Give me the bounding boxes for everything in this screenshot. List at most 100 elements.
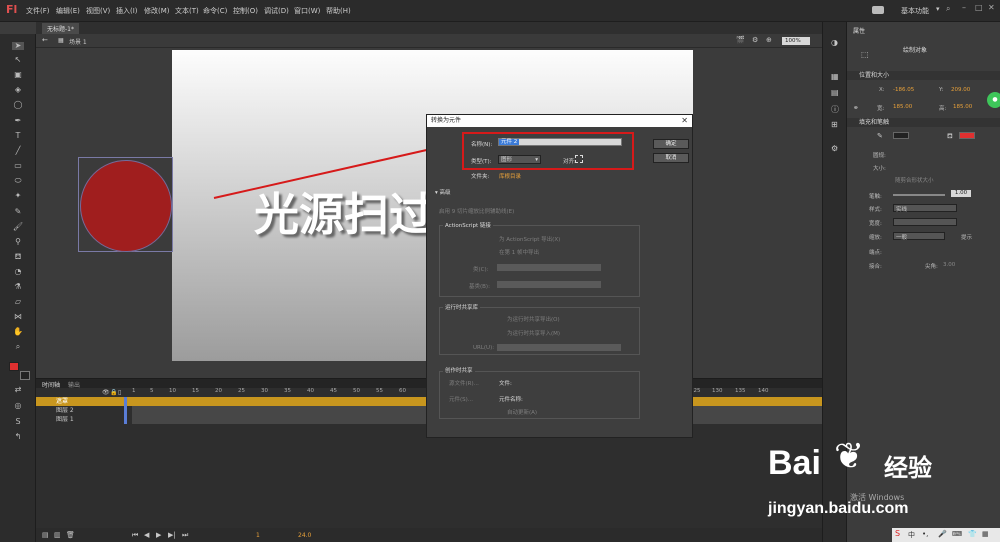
next-frame-icon[interactable]: ▶| [168, 531, 176, 539]
ink-bottle-icon[interactable]: ◔ [12, 268, 24, 276]
rectangle-tool-icon[interactable]: ▭ [12, 162, 24, 170]
menu-window[interactable]: 窗口(W) [294, 6, 320, 16]
width-tool-icon[interactable]: ⋈ [12, 313, 24, 321]
symbol-button[interactable]: 元件(S)... [449, 395, 473, 403]
first-frame-icon[interactable]: ⏮ [132, 531, 138, 540]
workspace-switcher[interactable]: 基本功能 [901, 6, 929, 16]
prev-frame-icon[interactable]: ◀ [144, 531, 149, 539]
tab-output[interactable]: 输出 [68, 380, 80, 389]
layer-2[interactable]: 图层 2 [40, 406, 130, 415]
polystar-tool-icon[interactable]: ✦ [12, 192, 24, 200]
follow-option[interactable]: 随剪合形状大小 [895, 176, 934, 184]
free-transform-icon[interactable]: ▣ [12, 71, 24, 79]
edit-symbol-icon[interactable]: ⚙ [752, 36, 758, 44]
advanced-toggle[interactable]: ▾ 高级 [435, 188, 451, 196]
document-tab[interactable]: 无标题-1* [42, 23, 79, 34]
stroke-color-swatch[interactable] [9, 362, 19, 371]
fill-color-swatch[interactable] [20, 371, 30, 380]
align-icon[interactable]: ▤ [831, 88, 839, 97]
rsl-import-checkbox[interactable]: 为运行时共享导入(M) [507, 329, 560, 337]
brush-tool-icon[interactable]: 🖌 [12, 223, 24, 231]
menu-control[interactable]: 控制(O) [233, 6, 258, 16]
eye-icon[interactable]: 👁 [102, 389, 110, 396]
maximize-icon[interactable]: □ [975, 3, 983, 12]
scale-select[interactable]: 一般 [893, 232, 945, 241]
library-icon[interactable]: ▦ [831, 72, 839, 81]
line-tool-icon[interactable]: ╱ [12, 147, 24, 155]
smooth-icon[interactable]: S [12, 418, 24, 426]
rsl-export-checkbox[interactable]: 为运行时共享导出(O) [507, 315, 560, 323]
paint-bucket-icon[interactable]: ⛾ [12, 253, 24, 261]
tab-properties[interactable]: 属性 [853, 26, 865, 35]
menu-help[interactable]: 帮助(H) [326, 6, 351, 16]
layer-1[interactable]: 图层 1 [40, 415, 130, 424]
dialog-close-icon[interactable]: ✕ [681, 115, 688, 127]
lock-icon[interactable]: 🔒 [110, 389, 117, 396]
menu-debug[interactable]: 调试(D) [264, 6, 289, 16]
auto-update-checkbox[interactable]: 自动更新(A) [507, 408, 537, 416]
center-stage-icon[interactable]: ⊕ [766, 36, 772, 44]
current-frame[interactable]: 1 [256, 532, 260, 539]
straighten-icon[interactable]: ↰ [12, 433, 24, 441]
chevron-down-icon[interactable]: ▾ [936, 5, 940, 13]
menu-text[interactable]: 文本(T) [175, 6, 199, 16]
microphone-icon[interactable]: 🎤 [938, 530, 947, 538]
section-position[interactable]: 位置和大小 [847, 71, 1000, 80]
url-input[interactable] [497, 344, 621, 351]
zoom-select[interactable]: 100% [782, 37, 810, 45]
snap-icon[interactable]: ◎ [12, 402, 24, 410]
tab-timeline[interactable]: 时间轴 [42, 380, 60, 389]
source-file-button[interactable]: 源文件(R)... [449, 379, 479, 387]
ime-icon[interactable]: S [895, 529, 900, 538]
floating-badge[interactable]: ● [987, 92, 1000, 108]
menu-commands[interactable]: 命令(C) [203, 6, 227, 16]
base-input[interactable] [497, 281, 601, 288]
y-value[interactable]: 209.00 [951, 87, 970, 93]
bone-tool-icon[interactable]: ⚲ [12, 238, 24, 246]
menu-modify[interactable]: 修改(M) [144, 6, 170, 16]
eraser-tool-icon[interactable]: ▱ [12, 298, 24, 306]
lasso-icon[interactable]: ◯ [12, 101, 24, 109]
as-frame-checkbox[interactable]: 在第 1 帧中导出 [499, 248, 539, 256]
text-tool-icon[interactable]: T [12, 132, 24, 140]
guides-checkbox[interactable]: 启用 9 切片缩放比例辅助线(E) [439, 207, 514, 215]
playhead[interactable] [124, 397, 127, 424]
layer-mask[interactable]: 遮罩 [40, 397, 130, 406]
hand-tool-icon[interactable]: ✋ [12, 328, 24, 336]
menu-edit[interactable]: 编辑(E) [56, 6, 80, 16]
menu-insert[interactable]: 插入(I) [116, 6, 138, 16]
magnifier-icon[interactable]: ⌕ [946, 4, 950, 14]
oval-tool-icon[interactable]: ⬭ [12, 177, 24, 185]
menu-view[interactable]: 视图(V) [86, 6, 110, 16]
fill-swatch[interactable] [959, 132, 975, 139]
eyedropper-icon[interactable]: ⚗ [12, 283, 24, 291]
keyboard-icon[interactable]: ⌨ [952, 530, 962, 538]
section-fill-stroke[interactable]: 填充和笔触 [847, 118, 1000, 127]
last-frame-icon[interactable]: ⏭ [182, 531, 188, 540]
components-icon[interactable]: ⚙ [831, 144, 838, 153]
minimize-icon[interactable]: – [962, 3, 966, 12]
folder-link[interactable]: 库根目录 [499, 172, 521, 180]
lock-ratio-icon[interactable]: ⚭ [853, 104, 859, 112]
red-circle-shape[interactable] [80, 160, 172, 252]
transform-icon[interactable]: ⊞ [831, 120, 838, 129]
skin-icon[interactable]: 👕 [968, 530, 977, 538]
delete-layer-icon[interactable]: 🗑 [66, 531, 75, 539]
edit-scene-icon[interactable]: 🎬 [736, 36, 745, 44]
x-value[interactable]: -186.05 [893, 87, 914, 93]
menu-file[interactable]: 文件(F) [26, 6, 50, 16]
punctuation-icon[interactable]: •, [922, 530, 928, 538]
pencil-tool-icon[interactable]: ✎ [12, 208, 24, 216]
w-value[interactable]: 185.00 [893, 104, 912, 110]
width-select[interactable] [893, 218, 957, 226]
style-select[interactable]: 实线 [893, 204, 957, 213]
3d-rotation-icon[interactable]: ◈ [12, 86, 24, 94]
new-layer-icon[interactable]: ▤ [42, 531, 49, 539]
stroke-value[interactable]: 1.00 [951, 190, 971, 197]
h-value[interactable]: 185.00 [953, 104, 972, 110]
class-input[interactable] [497, 264, 601, 271]
stroke-swatch[interactable] [893, 132, 909, 139]
sync-icon[interactable] [872, 6, 884, 14]
play-icon[interactable]: ▶ [156, 531, 161, 539]
hint-checkbox[interactable]: 提示 [961, 233, 972, 241]
